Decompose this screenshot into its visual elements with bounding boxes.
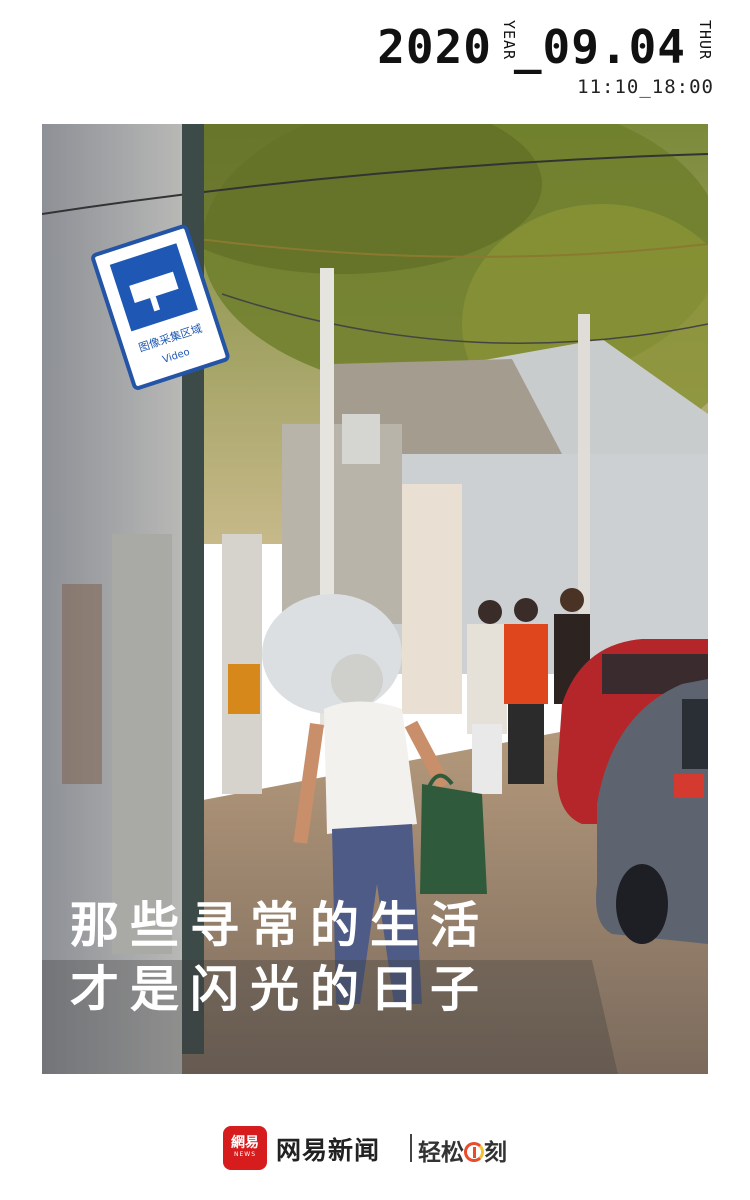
logo-sub-text: NEWS bbox=[233, 1151, 257, 1158]
netease-news-logo: 網易 NEWS bbox=[223, 1126, 267, 1170]
column-name: 轻松刻 bbox=[418, 1133, 507, 1167]
headline: 那些寻常的生活 才是闪光的日子 bbox=[70, 894, 490, 1022]
column-name-part1: 轻松 bbox=[418, 1140, 464, 1166]
clock-moment-icon bbox=[464, 1142, 484, 1162]
brand-name: 网易新闻 bbox=[276, 1136, 381, 1165]
headline-line-1: 那些寻常的生活 bbox=[70, 897, 491, 954]
column-name-part2: 刻 bbox=[484, 1140, 507, 1166]
time-range: 11:10_18:00 bbox=[577, 76, 714, 98]
footer-branding: 網易 NEWS 网易新闻 轻松刻 bbox=[0, 1118, 750, 1178]
date-header: 2020 YEAR _09.04 THUR 11:10_18:00 bbox=[314, 14, 714, 114]
logo-main-text: 網易 bbox=[231, 1135, 259, 1151]
headline-line-2: 才是闪光的日子 bbox=[70, 961, 491, 1018]
brand-divider bbox=[410, 1134, 412, 1162]
date-year: 2020 bbox=[377, 20, 492, 74]
weekday-label: THUR bbox=[696, 20, 714, 61]
date-month-day: _09.04 bbox=[513, 20, 686, 74]
